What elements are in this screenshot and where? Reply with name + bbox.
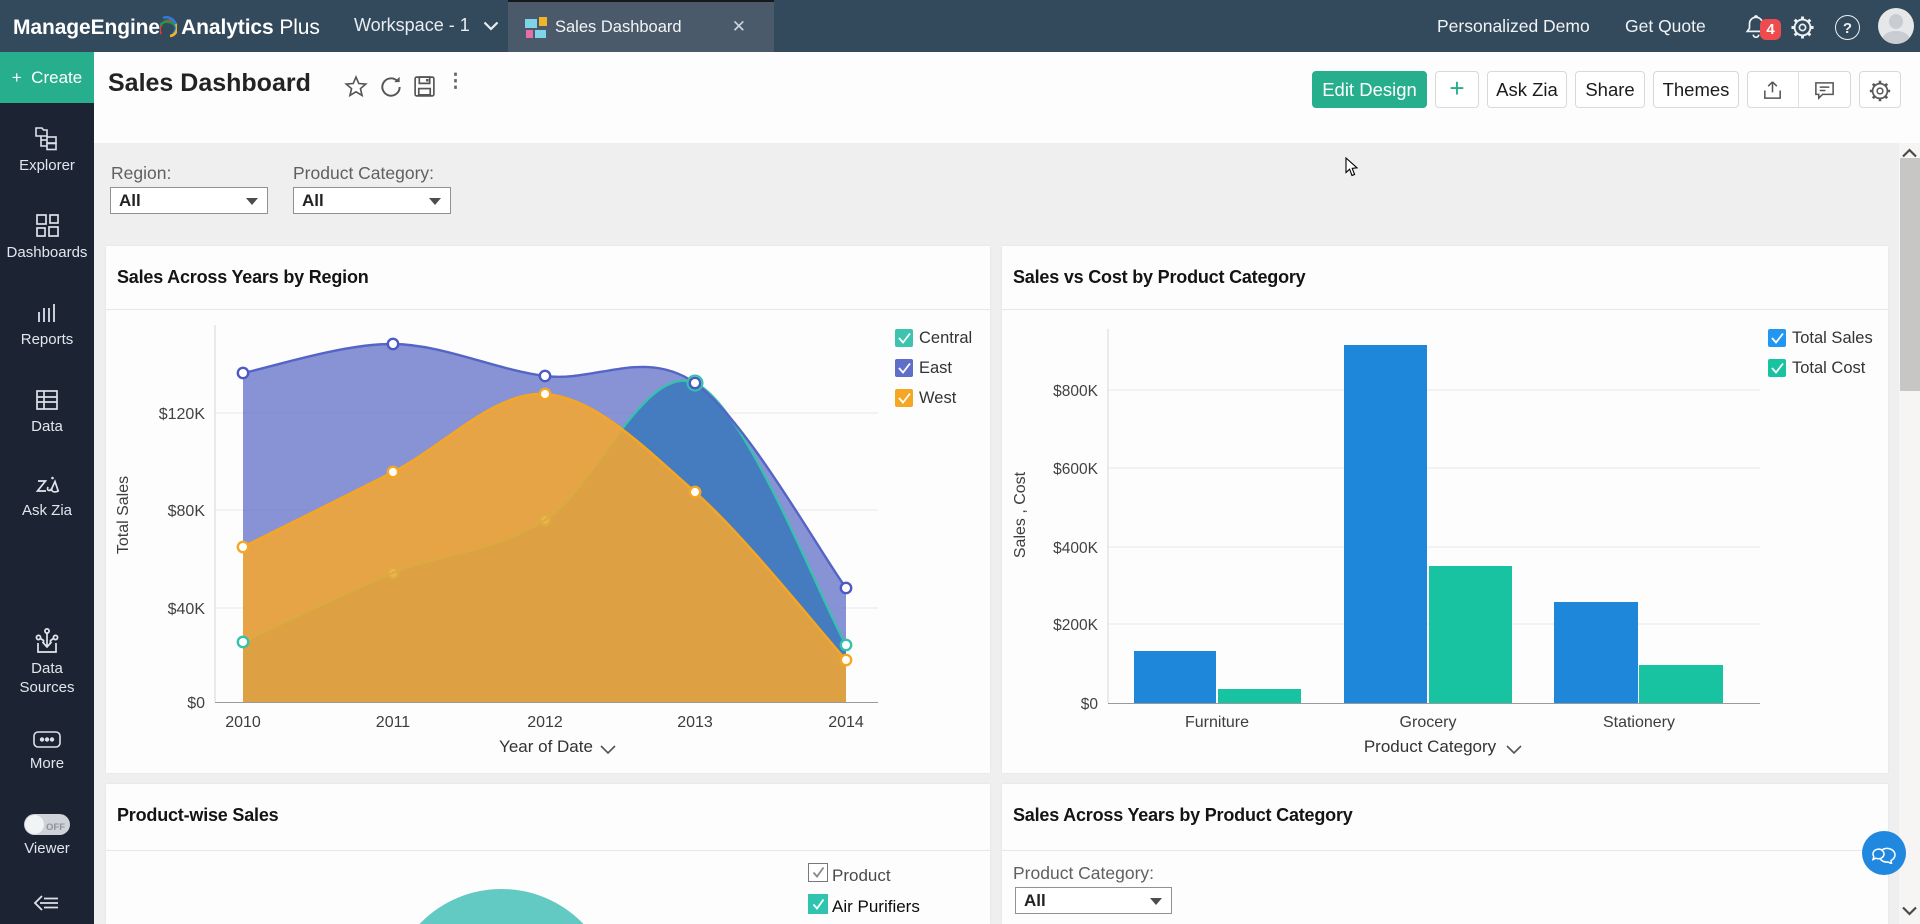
svg-text:Furniture: Furniture <box>1185 714 1249 731</box>
svg-text:Total Sales: Total Sales <box>115 476 132 554</box>
svg-text:Product Category: Product Category <box>1364 737 1497 756</box>
svg-text:2011: 2011 <box>376 714 411 731</box>
svg-text:Total Cost: Total Cost <box>1792 359 1866 377</box>
svg-text:2014: 2014 <box>828 714 864 731</box>
svg-text:2010: 2010 <box>225 714 261 731</box>
svg-text:East: East <box>919 359 952 377</box>
svg-text:$400K: $400K <box>1053 540 1098 557</box>
svg-text:$800K: $800K <box>1053 383 1098 400</box>
svg-text:Sales , Cost: Sales , Cost <box>1012 471 1029 558</box>
svg-text:$120K: $120K <box>159 406 206 423</box>
svg-text:West: West <box>919 389 957 407</box>
svg-text:$80K: $80K <box>168 503 206 520</box>
svg-text:$200K: $200K <box>1053 617 1098 634</box>
svg-text:Central: Central <box>919 329 972 347</box>
svg-text:$0: $0 <box>187 695 205 712</box>
svg-text:Stationery: Stationery <box>1603 714 1675 731</box>
svg-text:Total Sales: Total Sales <box>1792 329 1873 347</box>
svg-text:$40K: $40K <box>168 601 206 618</box>
svg-text:$600K: $600K <box>1053 461 1098 478</box>
svg-text:2012: 2012 <box>527 714 563 731</box>
svg-text:2013: 2013 <box>677 714 713 731</box>
svg-text:Grocery: Grocery <box>1400 714 1457 731</box>
svg-text:$0: $0 <box>1081 696 1099 713</box>
svg-text:Year of Date: Year of Date <box>499 737 593 756</box>
